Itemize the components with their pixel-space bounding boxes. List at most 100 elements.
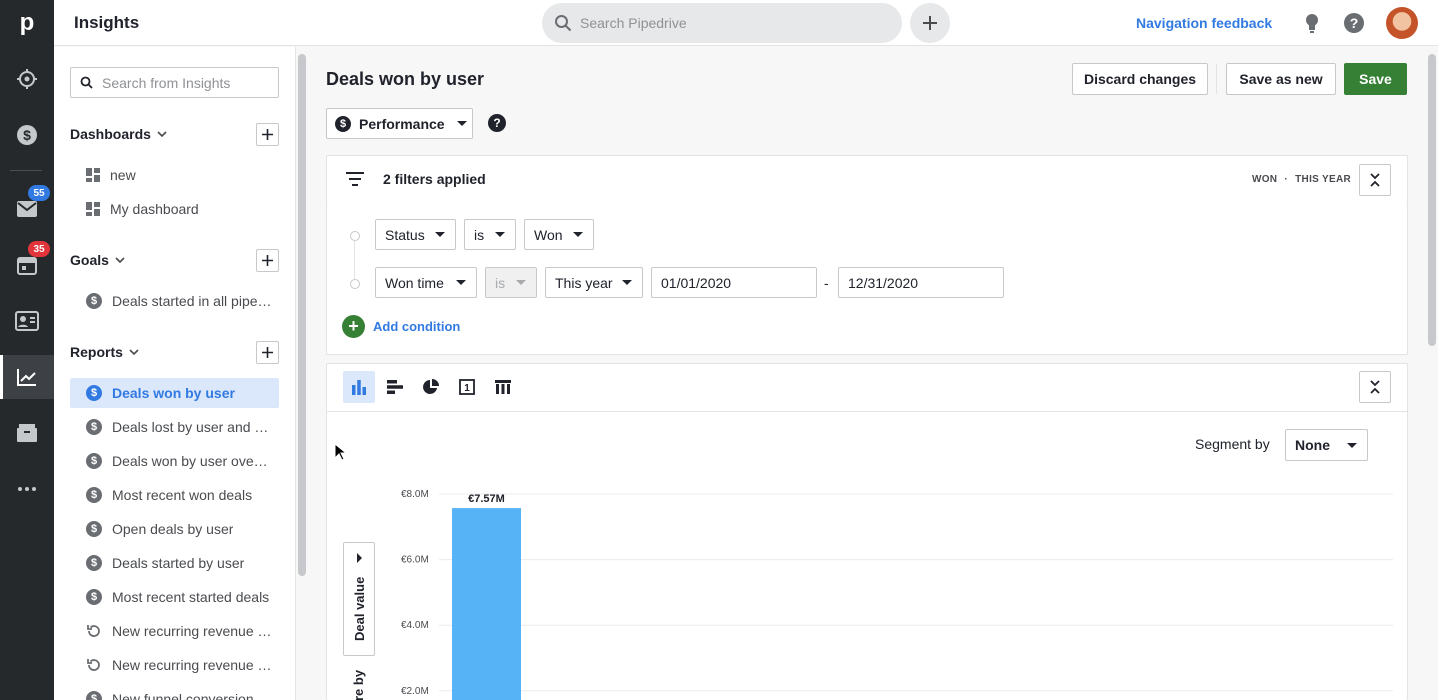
- caret-down-icon: [456, 121, 467, 126]
- activities-count-badge: 35: [28, 241, 50, 257]
- svg-text:?: ?: [1350, 15, 1359, 31]
- contacts-icon[interactable]: [0, 299, 54, 343]
- dollar-icon: $: [86, 385, 102, 401]
- help-icon[interactable]: ?: [488, 114, 506, 132]
- filter-value-dropdown[interactable]: Won: [524, 219, 594, 250]
- plus-icon: [923, 16, 937, 30]
- insights-chart-icon[interactable]: [0, 355, 54, 399]
- collapse-filters-button[interactable]: [1359, 164, 1391, 196]
- date-to-field[interactable]: [838, 267, 1004, 298]
- dashboards-section-toggle[interactable]: Dashboards: [70, 126, 167, 142]
- dashboards-heading: Dashboards: [70, 126, 151, 142]
- sidebar-item-report[interactable]: $ Deals won by user: [70, 378, 279, 408]
- caret-down-icon: [435, 232, 445, 237]
- leads-target-icon[interactable]: [0, 57, 54, 101]
- discard-changes-button[interactable]: Discard changes: [1072, 63, 1208, 95]
- y-axis-measure-selector[interactable]: Deal value: [343, 542, 375, 656]
- global-search-input[interactable]: [580, 15, 880, 31]
- filter-tags: WON · THIS YEAR: [1252, 174, 1351, 185]
- dashboard-grid-icon: [86, 202, 100, 216]
- visualization-tabs: 1: [343, 371, 519, 403]
- sidebar-item-label: Deals won by user over time: [112, 453, 272, 469]
- reports-heading: Reports: [70, 344, 123, 360]
- sidebar-item-report[interactable]: $ Most recent won deals: [70, 480, 279, 510]
- sidebar-item-label: My dashboard: [110, 201, 199, 217]
- add-goal-button[interactable]: [256, 249, 279, 272]
- add-condition-button[interactable]: + Add condition: [342, 315, 460, 338]
- quick-add-button[interactable]: [910, 3, 950, 43]
- sidebar-item-my-dashboard[interactable]: My dashboard: [70, 194, 279, 224]
- insights-search[interactable]: [70, 67, 279, 98]
- goals-section-toggle[interactable]: Goals: [70, 252, 125, 268]
- chevron-down-icon: [115, 257, 125, 263]
- filter-field-value: Won time: [385, 274, 444, 291]
- sidebar-scrollbar[interactable]: [298, 54, 306, 576]
- collapse-chart-button[interactable]: [1359, 371, 1391, 403]
- pie-chart-tab[interactable]: [415, 371, 447, 403]
- sidebar-item-report[interactable]: $ New funnel conversion: [70, 684, 279, 700]
- deals-won-chart: €8.0M €6.0M €4.0M €2.0M €7.57M: [401, 489, 1393, 700]
- dashboard-grid-icon: [86, 168, 100, 182]
- collapse-icon: [1370, 173, 1380, 187]
- sidebar-item-dashboard-new[interactable]: new: [70, 160, 279, 190]
- bar-chart-tab[interactable]: [379, 371, 411, 403]
- scorecard-tab[interactable]: 1: [451, 371, 483, 403]
- dollar-icon: $: [86, 453, 102, 469]
- segment-by-value: None: [1295, 437, 1330, 453]
- filter-field-dropdown[interactable]: Won time: [375, 267, 477, 298]
- dollar-icon: $: [86, 589, 102, 605]
- y-tick-label: €4.0M: [401, 620, 429, 631]
- table-tab[interactable]: [487, 371, 519, 403]
- navigation-feedback-link[interactable]: Navigation feedback: [1136, 15, 1272, 31]
- deals-dollar-icon[interactable]: $: [0, 113, 54, 157]
- sidebar-item-report[interactable]: $ Deals won by user over time: [70, 446, 279, 476]
- y-axis-measure-label: Deal value: [352, 576, 367, 641]
- filters-header[interactable]: 2 filters applied WON · THIS YEAR: [326, 155, 1408, 204]
- pipedrive-logo[interactable]: p: [0, 0, 54, 46]
- report-type-dropdown[interactable]: $ Performance: [326, 108, 473, 139]
- date-from-field[interactable]: [651, 267, 817, 298]
- sidebar-item-report[interactable]: $ Most recent started deals: [70, 582, 279, 612]
- filter-operator-dropdown[interactable]: is: [464, 219, 516, 250]
- condition-dot: [350, 231, 360, 241]
- filter-operator-dropdown: is: [485, 267, 537, 298]
- sidebar-item-goal[interactable]: $ Deals started in all pipelines: [70, 286, 279, 316]
- chart-bar[interactable]: [452, 508, 521, 700]
- save-as-new-button[interactable]: Save as new: [1226, 63, 1336, 95]
- chart-panel: 1 Segment by None Deal value re by €8.0M…: [326, 363, 1408, 700]
- more-icon[interactable]: [0, 467, 54, 511]
- chart-divider: [327, 411, 1407, 412]
- y-tick-label: €8.0M: [401, 489, 429, 500]
- add-report-button[interactable]: [256, 341, 279, 364]
- chevron-down-icon: [157, 131, 167, 137]
- products-box-icon[interactable]: [0, 411, 54, 455]
- sidebar-item-label: Deals lost by user and reason: [112, 419, 272, 435]
- svg-text:$: $: [23, 127, 31, 143]
- caret-down-icon: [516, 280, 526, 285]
- sidebar-item-report[interactable]: New recurring revenue over time: [70, 650, 279, 680]
- user-avatar[interactable]: [1386, 7, 1418, 39]
- sidebar-item-report[interactable]: $ Deals started by user: [70, 548, 279, 578]
- sidebar-item-report[interactable]: $ Open deals by user: [70, 514, 279, 544]
- lightbulb-icon[interactable]: [1301, 12, 1323, 34]
- add-dashboard-button[interactable]: [256, 123, 279, 146]
- column-chart-tab[interactable]: [343, 371, 375, 403]
- caret-down-icon: [456, 280, 466, 285]
- main-scrollbar[interactable]: [1428, 54, 1436, 346]
- sidebar-item-report[interactable]: $ Deals lost by user and reason: [70, 412, 279, 442]
- top-bar: Insights Navigation feedback ?: [54, 0, 1438, 46]
- filter-period-dropdown[interactable]: This year: [545, 267, 643, 298]
- insights-search-input[interactable]: [102, 74, 272, 91]
- scorecard-icon: 1: [459, 379, 475, 395]
- header-divider: [1216, 64, 1217, 94]
- page-title: Deals won by user: [326, 69, 485, 89]
- global-search[interactable]: [542, 3, 902, 43]
- reports-section-toggle[interactable]: Reports: [70, 344, 139, 360]
- filter-field-dropdown[interactable]: Status: [375, 219, 456, 250]
- filter-operator-value: is: [474, 226, 485, 243]
- segment-by-dropdown[interactable]: None: [1285, 429, 1368, 461]
- help-icon[interactable]: ?: [1343, 12, 1365, 34]
- save-button[interactable]: Save: [1344, 63, 1407, 95]
- sidebar-item-label: New recurring revenue over time: [112, 657, 272, 673]
- sidebar-item-report[interactable]: New recurring revenue by user: [70, 616, 279, 646]
